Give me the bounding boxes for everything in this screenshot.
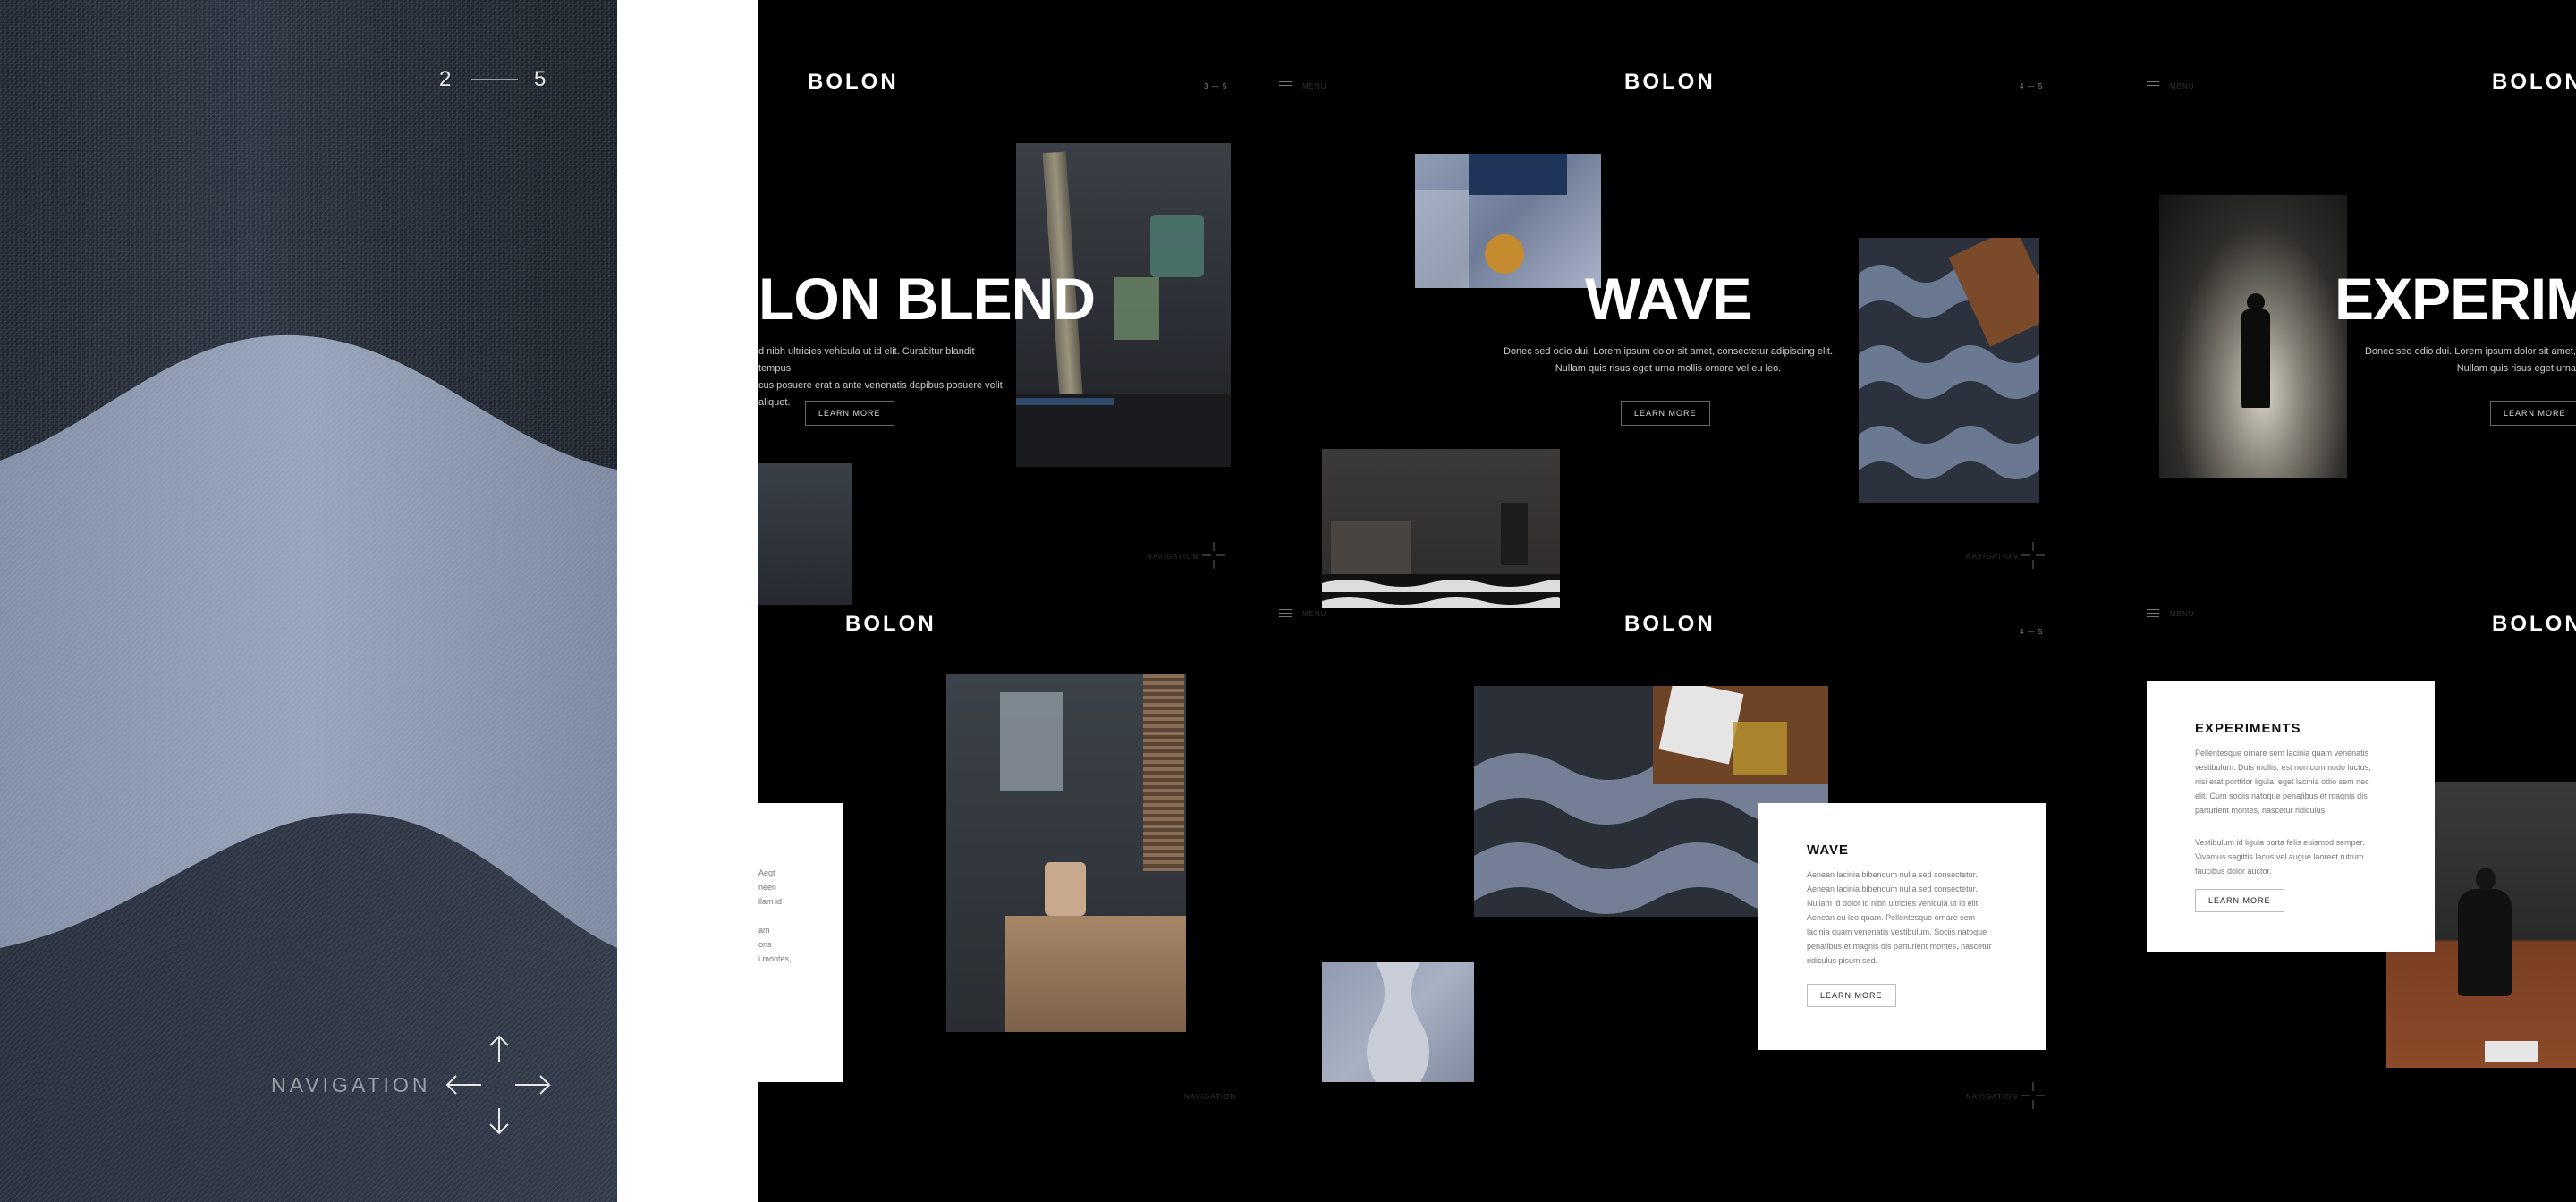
pager-total: 5 — [534, 67, 547, 91]
brand-logo[interactable]: BOLON — [2492, 70, 2576, 95]
photo-bedroom — [1322, 449, 1560, 608]
card-line: ons — [758, 940, 772, 949]
menu-icon[interactable] — [2147, 79, 2159, 92]
detail-experiments: MENU BOLON EXPERIMENTS Pellentesque orna… — [2064, 608, 2576, 1202]
menu-label[interactable]: MENU — [1302, 82, 1327, 90]
slide-body-line: Nullam quis risus eget urna — [2456, 363, 2576, 374]
pager-current: 2 — [439, 67, 453, 91]
detail-card: EXPERIMENTS Pellentesque ornare sem laci… — [2147, 681, 2435, 952]
slide-pager: 4 — 5 — [2020, 82, 2044, 90]
card-line: Aenean lacinia bibendum nulla sed consec… — [1807, 870, 1978, 879]
slide-headline: LON BLEND — [758, 266, 1096, 332]
slide-headline: WAVE — [1585, 266, 1751, 332]
slide-pager: 3 — 5 — [1204, 82, 1228, 90]
slide-pager: 4 — 5 — [2020, 628, 2044, 636]
card-title: EXPERIMENTS — [2195, 721, 2301, 736]
card-line: parturient montes, nascetur ridiculus. — [2195, 806, 2327, 815]
brand-logo[interactable]: BOLON — [1624, 612, 1716, 637]
card-line: nisi erat porttitor ligula, eget lacinia… — [2195, 777, 2369, 786]
card-line: Vivamus sagittis lacus vel augue laoreet… — [2195, 852, 2364, 861]
card-line: lacinia quam venenatis vestibulum. Socii… — [1807, 927, 1987, 936]
card-line: i montes, — [758, 954, 792, 963]
page-gutter — [617, 0, 758, 1202]
photo-corridor-figure — [2159, 195, 2347, 478]
card-line: faucibus dolor auctor. — [2195, 867, 2272, 876]
menu-icon[interactable] — [1279, 79, 1292, 92]
menu-icon[interactable] — [1279, 608, 1292, 620]
hero-panel: 2 5 NAVIGATION — [0, 0, 617, 1202]
navigation-label: NAVIGATION — [1966, 553, 2019, 561]
card-line: Aeqt — [758, 868, 775, 877]
card-line: Pellentesque ornare sem lacinia quam ven… — [2195, 749, 2369, 758]
pager-divider — [471, 79, 518, 80]
slide-body-line: Donec sed odio dui. Lorem ipsum dolor si… — [2364, 346, 2576, 357]
learn-more-button[interactable]: LEARN MORE — [2490, 401, 2576, 426]
slide-headline: EXPERIM — [2334, 266, 2576, 332]
card-line: penatibus et magnis dis parturient monte… — [1807, 942, 1992, 951]
wave-pattern — [0, 0, 617, 1202]
slide-body-line: Donec sed odio dui. Lorem ipsum dolor si… — [1503, 346, 1834, 357]
navigation-arrows-icon[interactable] — [2020, 540, 2046, 571]
card-line: llam id — [758, 897, 783, 906]
card-line: Aenean lacinia bibendum nulla sed consec… — [1807, 885, 1978, 893]
card-line: Vestibulum id ligula porta felis euismod… — [2195, 838, 2365, 847]
brand-logo[interactable]: BOLON — [2492, 612, 2576, 637]
photo-wave-rug-chair — [1859, 238, 2039, 503]
slide-body-line: Nullam quis risus eget urna mollis ornar… — [1555, 363, 1782, 374]
card-line: ridiculus pisum sed. — [1807, 956, 1878, 965]
photo-wave-rug-closeup — [1322, 962, 1474, 1082]
card-line: am — [758, 926, 770, 935]
photo-rug-detail — [758, 463, 852, 605]
slide-experiments: MENU BOLON EXPERIM Donec sed odio dui. L… — [2064, 0, 2576, 608]
card-line: Aenean eu leo quam. Pellentesque ornare … — [1807, 913, 1976, 922]
brand-logo[interactable]: BOLON — [1624, 70, 1716, 95]
photo-textile-samples — [946, 674, 1186, 1032]
detail-card: Aeqt neen llam id am ons i montes, — [758, 803, 843, 1082]
menu-label[interactable]: MENU — [1302, 610, 1327, 618]
learn-more-button[interactable]: LEARN MORE — [1807, 984, 1896, 1007]
card-line: elit. Cum sociis natoque penatibus et ma… — [2195, 791, 2368, 800]
slide-body-line: d nibh ultricies vehicula ut id elit. Cu… — [758, 346, 975, 374]
card-line: vestibulum. Duis mollis, est non commodo… — [2195, 763, 2371, 772]
card-title: WAVE — [1807, 842, 1850, 858]
navigation-arrows-icon[interactable] — [1200, 540, 1227, 571]
navigation-label: NAVIGATION — [1147, 553, 1199, 561]
navigation-label: NAVIGATION — [1184, 1093, 1237, 1101]
navigation-arrows-icon[interactable] — [2020, 1080, 2046, 1111]
slide-wave: MENU BOLON 4 — 5 WAVE Donec sed odio dui… — [1270, 0, 2064, 608]
menu-label[interactable]: MENU — [2170, 610, 2195, 618]
learn-more-button[interactable]: LEARN MORE — [2195, 889, 2284, 912]
detail-blend: BOLON Aeqt neen llam id am ons i montes,… — [758, 608, 1270, 1202]
slide-blend: BOLON 3 — 5 LON BLEND d nibh ultricies v… — [758, 0, 1270, 608]
navigation-label: NAVIGATION — [1966, 1093, 2019, 1101]
menu-label[interactable]: MENU — [2170, 82, 2195, 90]
brand-logo[interactable]: BOLON — [845, 612, 936, 637]
card-line: Nullam id dolor id nibh ultricies vehicu… — [1807, 899, 1980, 908]
navigation-arrows-icon[interactable] — [444, 1033, 551, 1137]
photo-wave-rug-overhead — [1415, 154, 1601, 288]
detail-wave: MENU BOLON 4 — 5 WAVE Aenean lacinia bib… — [1270, 608, 2064, 1202]
learn-more-button[interactable]: LEARN MORE — [805, 401, 894, 426]
learn-more-button[interactable]: LEARN MORE — [1621, 401, 1710, 426]
navigation-label: NAVIGATION — [271, 1073, 431, 1096]
brand-logo[interactable]: BOLON — [808, 70, 899, 95]
menu-icon[interactable] — [2147, 608, 2159, 620]
card-line: neen — [758, 883, 777, 892]
detail-card: WAVE Aenean lacinia bibendum nulla sed c… — [1758, 803, 2046, 1050]
